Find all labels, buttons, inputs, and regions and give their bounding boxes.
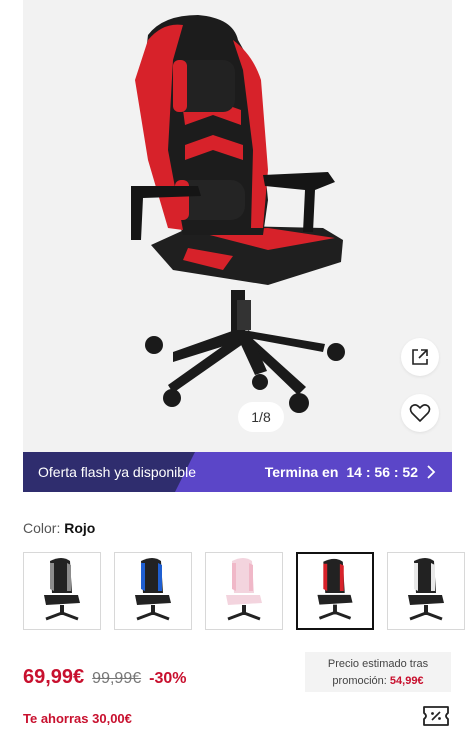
- original-price: 99,99€: [92, 670, 142, 687]
- chevron-right-icon: [427, 465, 436, 479]
- price-row: 69,99€ 99,99€ -30%: [23, 666, 186, 689]
- chair-thumbnail: [226, 558, 262, 621]
- external-link-icon: [412, 349, 428, 365]
- color-swatches: [23, 552, 475, 632]
- heart-icon: [409, 404, 431, 422]
- share-button[interactable]: [401, 338, 439, 376]
- estimate-line1: Precio estimado tras: [327, 658, 429, 670]
- estimate-value: 54,99€: [389, 675, 424, 687]
- swatch-blue[interactable]: [114, 552, 192, 630]
- estimate-label: promoción:: [332, 675, 387, 687]
- chair-thumbnail: [317, 558, 353, 620]
- chair-thumbnail: [44, 558, 80, 621]
- product-image: [131, 15, 345, 413]
- color-label: Color:: [23, 520, 61, 536]
- chair-thumbnail: [408, 558, 444, 621]
- savings-text: Te ahorras 30,00€: [23, 711, 132, 726]
- estimate-line2: promoción: 54,99€: [305, 673, 451, 690]
- flash-sale-banner[interactable]: Oferta flash ya disponible Termina en 14…: [23, 452, 452, 492]
- color-value: Rojo: [64, 520, 96, 536]
- coupon-icon[interactable]: [421, 704, 451, 728]
- swatch-grey[interactable]: [23, 552, 101, 630]
- estimated-price-box: Precio estimado tras promoción: 54,99€: [305, 652, 451, 692]
- image-pager: 1/8: [238, 402, 284, 432]
- favorite-button[interactable]: [401, 394, 439, 432]
- discount-badge: -30%: [149, 670, 187, 687]
- chair-thumbnail: [135, 558, 171, 621]
- countdown-prefix: Termina en: [264, 464, 339, 480]
- color-label-row: Color: Rojo: [23, 520, 95, 536]
- swatch-pink[interactable]: [205, 552, 283, 630]
- current-price: 69,99€: [23, 666, 85, 688]
- flash-countdown: Termina en 14 : 56 : 52: [265, 452, 436, 492]
- swatch-red-selected[interactable]: [296, 552, 374, 630]
- image-pager-text: 1/8: [251, 409, 271, 425]
- swatch-white[interactable]: [387, 552, 465, 630]
- flash-sale-label: Oferta flash ya disponible: [38, 464, 196, 480]
- product-gallery[interactable]: 1/8: [23, 0, 452, 452]
- countdown-timer: 14 : 56 : 52: [346, 464, 418, 480]
